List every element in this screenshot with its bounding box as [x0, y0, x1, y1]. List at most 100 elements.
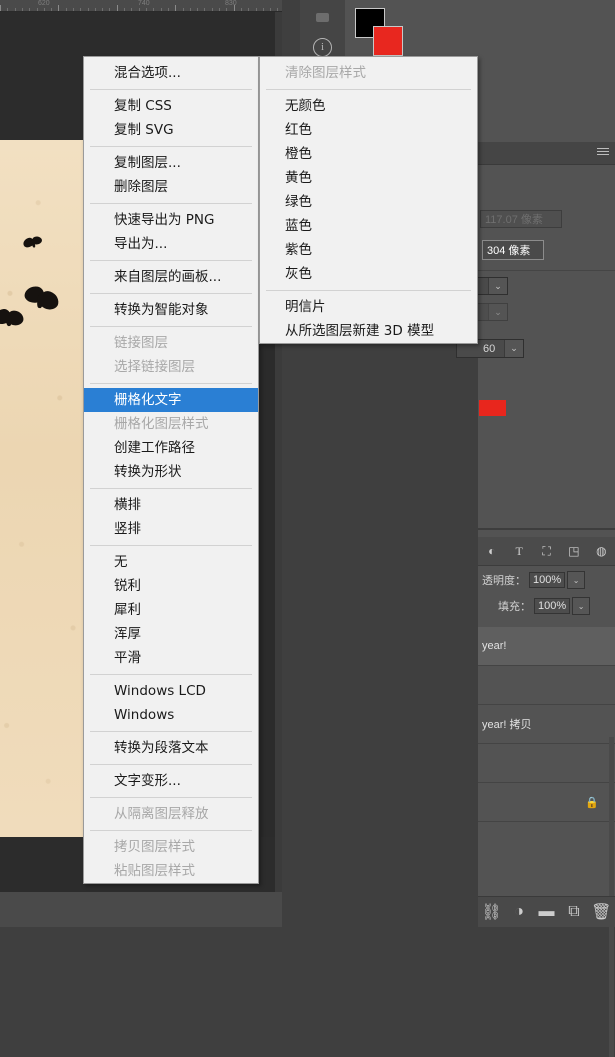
submenu-item[interactable]: 灰色 — [260, 262, 477, 286]
fx-icon[interactable]: ◑ — [505, 903, 532, 921]
submenu-item[interactable]: 明信片 — [260, 295, 477, 319]
fill-value[interactable]: 100% — [534, 598, 571, 614]
ruler-tick — [95, 8, 96, 11]
menu-item[interactable]: 无 — [84, 550, 258, 574]
layer-context-submenu[interactable]: 清除图层样式 无颜色 红色 橙色 黄色 绿色 蓝色 紫色 灰色 明信片 从所选图层新建 3D 模型 — [259, 56, 478, 344]
mask-icon[interactable]: ◳ — [560, 544, 587, 558]
menu-item[interactable]: 转换为智能对象 — [84, 298, 258, 322]
leading-value: 60 — [483, 342, 496, 355]
table-row[interactable]: 🔒 — [478, 783, 615, 822]
ruler-tick — [80, 8, 81, 11]
table-row[interactable] — [478, 744, 615, 783]
height-field[interactable]: 304 像素 — [482, 240, 544, 260]
panel-header[interactable] — [478, 142, 615, 165]
submenu-item[interactable]: 紫色 — [260, 238, 477, 262]
table-row[interactable]: year! — [478, 627, 615, 666]
menu-separator — [90, 731, 252, 732]
ruler-tick — [277, 8, 278, 11]
menu-item: 选择链接图层 — [114, 359, 195, 375]
menu-item[interactable]: 快速导出为 PNG — [84, 208, 258, 232]
menu-item[interactable]: 文字变形... — [84, 769, 258, 793]
submenu-item[interactable]: 蓝色 — [260, 214, 477, 238]
chevron-down-icon[interactable]: ⌄ — [488, 278, 507, 294]
layers-bottom-toolbar[interactable]: ⛓ ◑ ▬ ⧉ 🗑 — [478, 896, 615, 927]
menu-item[interactable]: 创建工作路径 — [84, 436, 258, 460]
ruler-tick — [256, 8, 257, 11]
menu-item[interactable]: 横排 — [84, 493, 258, 517]
menu-item[interactable]: 导出为... — [84, 232, 258, 256]
width-field[interactable]: 117.07 像素 — [480, 210, 562, 228]
menu-item[interactable]: 混合选项... — [84, 61, 258, 85]
ruler-tick — [66, 8, 67, 11]
background-color-swatch[interactable] — [373, 26, 403, 56]
ruler-tick — [226, 8, 227, 11]
menu-item[interactable]: 平滑 — [84, 646, 258, 670]
fx-icon[interactable]: ◍ — [588, 544, 615, 558]
menu-item[interactable]: 转换为段落文本 — [84, 736, 258, 760]
new-layer-icon[interactable]: ⧉ — [560, 903, 587, 921]
menu-item[interactable]: 来自图层的画板... — [84, 265, 258, 289]
chevron-down-icon[interactable]: ⌄ — [504, 340, 523, 357]
text-icon[interactable]: T — [505, 544, 532, 559]
menu-item[interactable]: 犀利 — [84, 598, 258, 622]
submenu-item[interactable]: 红色 — [260, 118, 477, 142]
ruler-tick — [183, 8, 184, 11]
menu-item[interactable]: Windows LCD — [84, 679, 258, 703]
ruler-tick — [241, 8, 242, 11]
layer-name: year! 拷贝 — [482, 719, 532, 731]
chevron-down-icon[interactable]: ⌄ — [567, 571, 586, 589]
opacity-value[interactable]: 100% — [529, 572, 566, 588]
link-icon[interactable]: ⛓ — [478, 902, 505, 922]
menu-item[interactable]: 复制图层... — [84, 151, 258, 175]
delete-icon[interactable]: 🗑 — [588, 902, 615, 922]
menu-item[interactable]: Windows — [84, 703, 258, 727]
panel-tab-strip[interactable]: i — [300, 0, 345, 60]
submenu-item[interactable]: 黄色 — [260, 166, 477, 190]
menu-item[interactable]: 浑厚 — [84, 622, 258, 646]
menu-item[interactable]: 复制 SVG — [84, 118, 258, 142]
menu-item: 栅格化图层样式 — [114, 416, 209, 432]
ruler-tick — [248, 8, 249, 11]
table-row[interactable]: year! 拷贝 — [478, 705, 615, 744]
horizontal-ruler[interactable]: 620 740 830 — [0, 0, 282, 12]
menu-separator — [90, 830, 252, 831]
submenu-item[interactable]: 从所选图层新建 3D 模型 — [260, 319, 477, 343]
fill-row[interactable]: 填充： 100% ⌄ — [478, 595, 615, 617]
text-color-swatch[interactable] — [479, 400, 506, 416]
menu-item[interactable]: 转换为形状 — [84, 460, 258, 484]
opacity-row[interactable]: 透明度： 100% ⌄ — [478, 569, 615, 591]
transform-icon[interactable]: ⛶ — [533, 544, 560, 559]
eye-icon[interactable]: ◐ — [478, 544, 505, 558]
menu-item[interactable]: 锐利 — [84, 574, 258, 598]
chevron-down-icon[interactable]: ⌄ — [572, 597, 591, 615]
ruler-tick — [88, 8, 89, 11]
color-swatches[interactable] — [355, 8, 403, 56]
ruler-tick — [175, 5, 176, 11]
ruler-tick — [161, 8, 162, 11]
ruler-label: 620 — [38, 0, 50, 7]
ruler-tick — [168, 8, 169, 11]
layer-context-menu[interactable]: 混合选项... 复制 CSS 复制 SVG 复制图层... 删除图层快速导出为 PNG 导… — [83, 56, 259, 884]
ruler-tick — [117, 5, 118, 11]
canvas-artwork[interactable] — [0, 140, 83, 837]
ruler-tick — [58, 5, 59, 11]
ruler-tick — [37, 8, 38, 11]
opacity-label: 透明度： — [482, 575, 526, 587]
table-row[interactable] — [478, 666, 615, 705]
menu-separator — [90, 383, 252, 384]
layers-filter-toolbar[interactable]: ◐ T ⛶ ◳ ◍ — [478, 537, 615, 566]
adjustment-icon[interactable]: ▬ — [533, 903, 560, 921]
chevron-down-icon[interactable]: ⌄ — [488, 304, 507, 320]
panel-menu-icon[interactable] — [597, 148, 609, 157]
brush-preset-icon[interactable] — [300, 2, 345, 32]
menu-item[interactable]: 删除图层 — [84, 175, 258, 199]
menu-item[interactable]: 竖排 — [84, 517, 258, 541]
menu-item[interactable]: 栅格化文字 — [84, 388, 258, 412]
menu-item[interactable]: 复制 CSS — [84, 94, 258, 118]
document-status-bar — [0, 892, 282, 927]
menu-item: 从隔离图层释放 — [114, 806, 209, 822]
submenu-item[interactable]: 绿色 — [260, 190, 477, 214]
submenu-item[interactable]: 橙色 — [260, 142, 477, 166]
submenu-item[interactable]: 无颜色 — [260, 94, 477, 118]
layer-name: year! — [482, 640, 507, 652]
